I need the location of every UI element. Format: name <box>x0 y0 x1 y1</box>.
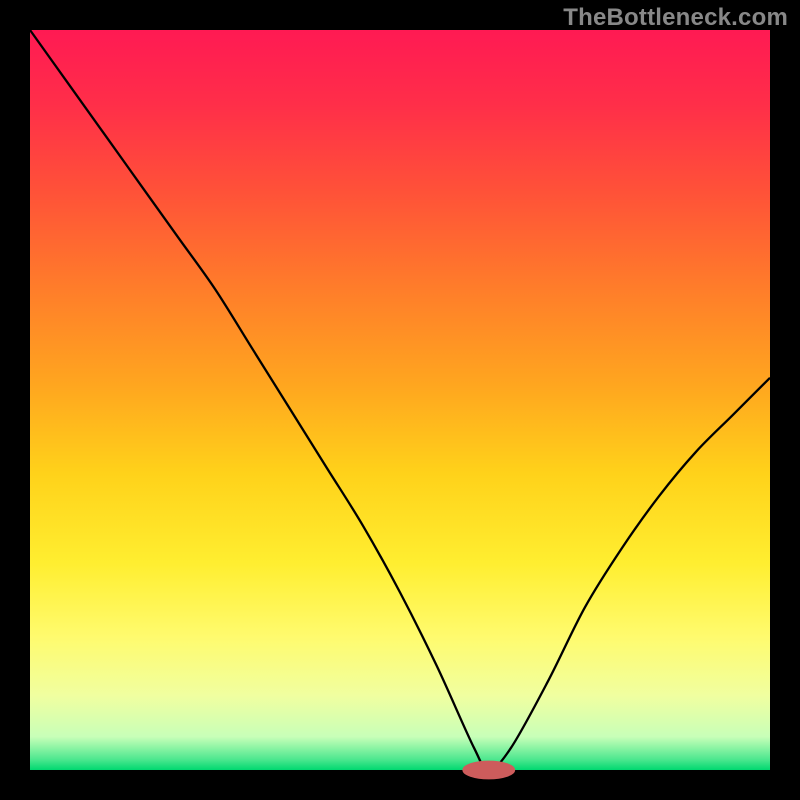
optimal-marker <box>463 761 515 779</box>
watermark-text: TheBottleneck.com <box>563 4 788 32</box>
chart-container: TheBottleneck.com <box>0 0 800 800</box>
plot-background <box>30 30 770 770</box>
bottleneck-chart <box>0 0 800 800</box>
